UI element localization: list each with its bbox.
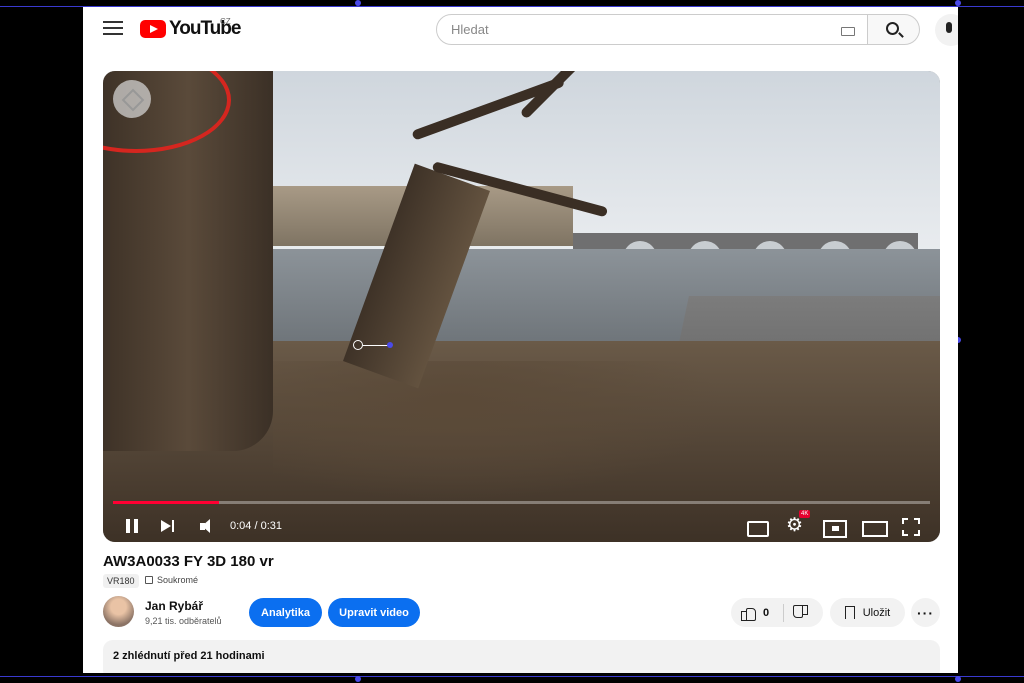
like-icon[interactable] [741,606,756,621]
selection-handle[interactable] [955,676,961,682]
channel-name[interactable]: Jan Rybář [145,599,203,613]
search-icon [886,22,899,35]
country-code: CZ [220,17,231,26]
divider [783,603,785,622]
vr-badge: VR180 [103,574,139,588]
save-button[interactable]: Uložit [830,598,905,627]
analytics-button[interactable]: Analytika [249,598,322,627]
subtitles-icon[interactable] [747,515,769,539]
selection-border-bottom [0,676,1024,677]
video-roots [273,361,723,501]
video-player[interactable]: 0:04 / 0:31 4K [103,71,940,542]
crosshair-line [363,345,389,346]
voice-search-icon[interactable] [935,14,958,46]
save-label: Uložit [862,606,891,619]
privacy-status[interactable]: Soukromé [145,575,198,585]
selection-handle[interactable] [355,0,361,6]
settings-icon[interactable] [786,515,808,539]
miniplayer-icon[interactable] [823,515,847,539]
bookmark-icon [844,606,855,619]
description-box[interactable]: 2 zhlédnutí před 21 hodinami [103,640,940,673]
like-dislike-group: 0 [731,598,823,627]
selection-handle[interactable] [955,0,961,6]
keyboard-icon[interactable] [841,27,855,36]
next-icon[interactable] [159,515,177,539]
youtube-page: YouTube CZ 0:04 / [83,7,958,673]
edit-video-button[interactable]: Upravit video [328,598,420,627]
anchor-handle[interactable] [387,342,393,348]
vr-pan-control-icon[interactable] [113,80,151,118]
search-button[interactable] [868,14,920,45]
youtube-play-icon [140,20,166,38]
progress-bar[interactable] [113,501,930,504]
view-stats: 2 zhlédnutí před 21 hodinami [113,650,265,662]
pause-icon[interactable] [123,515,141,539]
video-title: AW3A0033 FY 3D 180 vr [103,553,274,570]
crosshair-icon [353,340,363,350]
fullscreen-icon[interactable] [902,515,920,539]
like-count: 0 [763,606,770,619]
selection-handle[interactable] [355,676,361,682]
progress-fill [113,501,220,504]
search-input[interactable] [451,22,831,37]
lock-icon [145,576,153,584]
quality-badge: 4K [799,510,811,518]
privacy-label: Soukromé [157,575,199,585]
time-display: 0:04 / 0:31 [230,520,282,532]
menu-icon[interactable] [103,21,123,37]
video-tree-trunk [103,71,273,451]
volume-icon[interactable] [198,515,218,539]
search-box [436,14,868,45]
more-actions-button[interactable]: ··· [911,598,940,627]
dislike-icon[interactable] [794,606,808,620]
subscriber-count: 9,21 tis. odběratelů [145,616,222,626]
avatar[interactable] [103,596,134,627]
theater-mode-icon[interactable] [862,515,888,539]
